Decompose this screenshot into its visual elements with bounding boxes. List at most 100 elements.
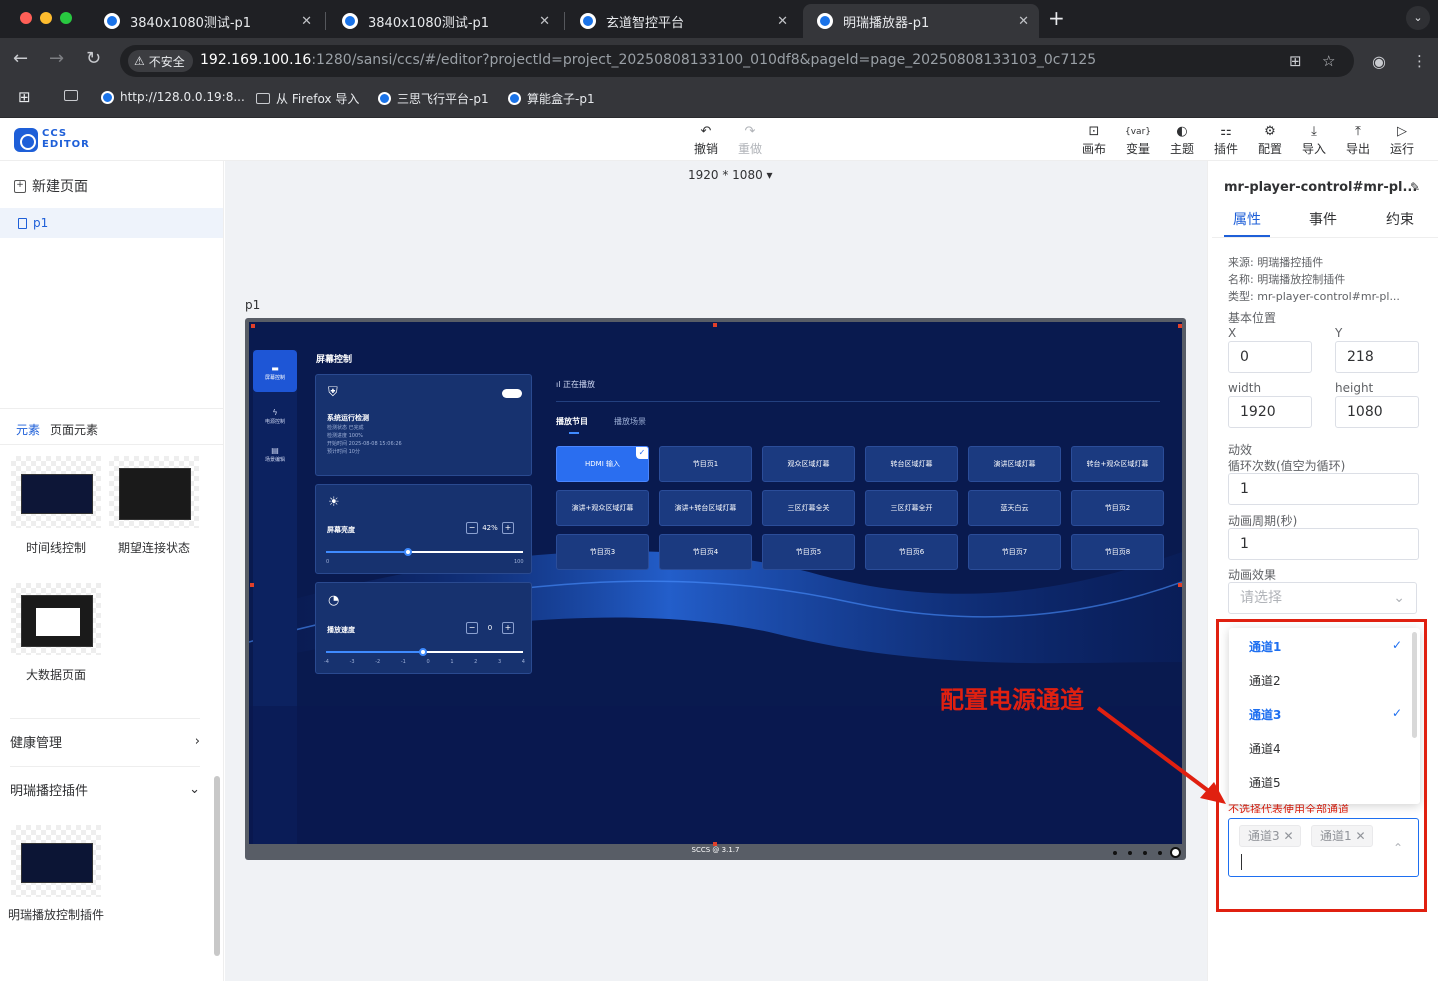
pagination-dot[interactable]: [1158, 851, 1162, 855]
browser-tab-4-active[interactable]: 明瑞播放器-p1 ✕: [803, 4, 1039, 38]
program-button[interactable]: 节目页6: [865, 534, 958, 570]
width-input[interactable]: 1920: [1228, 396, 1312, 428]
side-nav-power-control[interactable]: ϟ 电源控制: [253, 408, 297, 425]
redo-button[interactable]: ↷ 重做: [732, 124, 768, 157]
security-chip[interactable]: ⚠ 不安全: [128, 50, 193, 72]
program-button[interactable]: 节目页2: [1071, 490, 1164, 526]
browser-tab-3[interactable]: 玄道智控平台 ✕: [566, 4, 798, 38]
browser-tab-1[interactable]: 3840x1080测试-p1 ✕: [90, 4, 322, 38]
close-window-button[interactable]: [20, 12, 32, 24]
import-button[interactable]: ⤓ 导入: [1296, 124, 1332, 157]
program-button[interactable]: 演讲+观众区域灯幕: [556, 490, 649, 526]
browser-menu-icon[interactable]: ⋮: [1412, 52, 1427, 70]
program-button[interactable]: 蓝天白云: [968, 490, 1061, 526]
url-text[interactable]: 192.169.100.16:1280/sansi/ccs/#/editor?p…: [200, 52, 1096, 68]
resize-handle[interactable]: [1178, 583, 1182, 587]
program-button[interactable]: 节目页4: [659, 534, 752, 570]
element-card-timeline[interactable]: [11, 456, 101, 528]
new-tab-button[interactable]: +: [1048, 6, 1065, 30]
maximize-window-button[interactable]: [60, 12, 72, 24]
side-nav-scene-edit[interactable]: ▤ 场景编辑: [253, 446, 297, 463]
program-button[interactable]: 观众区域灯幕: [762, 446, 855, 482]
pagination-dot[interactable]: [1113, 851, 1117, 855]
program-button[interactable]: 三区灯幕全关: [762, 490, 855, 526]
close-tab-icon[interactable]: ✕: [301, 14, 312, 29]
program-button[interactable]: 三区灯幕全开: [865, 490, 958, 526]
loop-count-input[interactable]: 1: [1228, 473, 1419, 505]
element-card-bigdata[interactable]: [11, 583, 101, 655]
tab-properties[interactable]: 属性: [1233, 209, 1261, 229]
program-button[interactable]: 节目页5: [762, 534, 855, 570]
resize-handle[interactable]: [251, 324, 255, 328]
new-page-button[interactable]: + 新建页面: [14, 176, 88, 196]
animation-period-input[interactable]: 1: [1228, 528, 1419, 560]
program-button[interactable]: 节目页7: [968, 534, 1061, 570]
tab-search-button[interactable]: ⌄: [1406, 6, 1430, 30]
tab-play-scenes[interactable]: 播放场景: [614, 416, 646, 427]
tab-elements[interactable]: 元素: [16, 421, 40, 438]
close-tab-icon[interactable]: ✕: [1018, 14, 1029, 29]
plugins-button[interactable]: ⚏ 插件: [1208, 124, 1244, 157]
program-button[interactable]: HDMI 输入 ✓: [556, 446, 649, 482]
pagination-dot[interactable]: [1128, 851, 1132, 855]
close-tab-icon[interactable]: ✕: [539, 14, 550, 29]
bookmark-star-icon[interactable]: ☆: [1322, 52, 1335, 70]
element-card-connection[interactable]: [109, 456, 199, 528]
config-button[interactable]: ⚙ 配置: [1252, 124, 1288, 157]
rotate-handle-icon[interactable]: [1170, 847, 1181, 858]
minus-button[interactable]: −: [466, 522, 478, 534]
component-frame[interactable]: ▬ 屏幕控制 ϟ 电源控制 ▤ 场景编辑 屏幕控制 ⛨ 系统运行检测 检测状态 已完成…: [245, 318, 1186, 860]
minus-button[interactable]: −: [466, 622, 478, 634]
canvas-button[interactable]: ⊡ 画布: [1076, 124, 1112, 157]
tab-page-elements[interactable]: 页面元素: [50, 421, 98, 438]
player-control-screen[interactable]: ▬ 屏幕控制 ϟ 电源控制 ▤ 场景编辑 屏幕控制 ⛨ 系统运行检测 检测状态 已完成…: [249, 322, 1182, 844]
program-button[interactable]: 演讲+转台区域灯幕: [659, 490, 752, 526]
program-button[interactable]: 节目页3: [556, 534, 649, 570]
forward-icon[interactable]: →: [49, 48, 64, 69]
program-button[interactable]: 节目页8: [1071, 534, 1164, 570]
apps-grid-icon[interactable]: ⊞: [18, 88, 31, 106]
run-button[interactable]: ▷ 运行: [1384, 124, 1420, 157]
minimize-window-button[interactable]: [40, 12, 52, 24]
export-button[interactable]: ⤒ 导出: [1340, 124, 1376, 157]
height-input[interactable]: 1080: [1335, 396, 1419, 428]
resize-handle[interactable]: [1178, 324, 1182, 328]
bookmark-folder[interactable]: 从 Firefox 导入: [256, 90, 359, 107]
section-plugin[interactable]: 明瑞播控插件 ⌄: [10, 766, 200, 812]
program-button[interactable]: 转台区域灯幕: [865, 446, 958, 482]
bookmark-item[interactable]: 三思飞行平台-p1: [378, 90, 489, 107]
animation-effect-select[interactable]: 请选择 ⌄: [1228, 582, 1417, 614]
bookmark-item[interactable]: 算能盒子-p1: [508, 90, 595, 107]
system-check-toggle[interactable]: [502, 389, 522, 398]
plus-button[interactable]: +: [502, 522, 514, 534]
translate-icon[interactable]: ⊞: [1289, 52, 1302, 70]
program-button[interactable]: 转台+观众区域灯幕: [1071, 446, 1164, 482]
tab-constraints[interactable]: 约束: [1386, 209, 1414, 229]
section-health-management[interactable]: 健康管理 ›: [10, 718, 200, 764]
tab-events[interactable]: 事件: [1309, 209, 1337, 229]
side-nav-screen-control[interactable]: ▬ 屏幕控制: [253, 364, 297, 381]
profile-icon[interactable]: ◉: [1372, 52, 1386, 71]
edit-icon[interactable]: ✎: [1410, 180, 1420, 194]
resize-handle[interactable]: [713, 842, 717, 846]
speed-slider-knob[interactable]: [419, 648, 427, 656]
variables-button[interactable]: {var} 变量: [1120, 124, 1156, 157]
program-button[interactable]: 演讲区域灯幕: [968, 446, 1061, 482]
bookmarks-folder-icon[interactable]: [64, 90, 84, 101]
tab-play-programs[interactable]: 播放节目: [556, 416, 588, 427]
x-input[interactable]: 0: [1228, 341, 1312, 373]
undo-button[interactable]: ↶ 撤销: [688, 124, 724, 157]
program-button[interactable]: 节目页1: [659, 446, 752, 482]
browser-tab-2[interactable]: 3840x1080测试-p1 ✕: [328, 4, 560, 38]
resize-handle[interactable]: [250, 583, 254, 587]
bookmark-item[interactable]: http://128.0.0.19:8...: [101, 90, 245, 104]
resize-handle[interactable]: [713, 323, 717, 327]
back-icon[interactable]: ←: [13, 48, 28, 69]
element-card-player-control[interactable]: [11, 825, 101, 897]
pagination-dot[interactable]: [1143, 851, 1147, 855]
y-input[interactable]: 218: [1335, 341, 1419, 373]
close-tab-icon[interactable]: ✕: [777, 14, 788, 29]
reload-icon[interactable]: ↻: [86, 48, 101, 69]
theme-button[interactable]: ◐ 主题: [1164, 124, 1200, 157]
page-item-p1[interactable]: p1: [18, 216, 48, 230]
